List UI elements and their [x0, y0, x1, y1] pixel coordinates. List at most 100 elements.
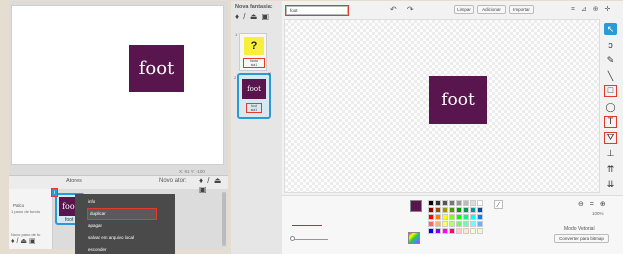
undo-redo-icons[interactable]: ↶ ↷ — [390, 5, 418, 14]
palette-swatch[interactable] — [449, 228, 455, 234]
ellipse-tool-icon[interactable]: ◯ — [604, 101, 617, 113]
palette-swatch[interactable] — [456, 207, 462, 213]
stage[interactable]: foot — [11, 5, 224, 165]
palette-swatch[interactable] — [477, 214, 483, 220]
menu-item-delete[interactable]: apagar — [75, 220, 175, 232]
palette-swatch[interactable] — [435, 200, 441, 206]
vector-mode-label: Modo Vetorial — [564, 226, 595, 232]
import-button[interactable]: Importar — [509, 5, 534, 14]
stroke-width-slider[interactable] — [292, 239, 328, 240]
palette-swatch[interactable] — [463, 221, 469, 227]
close-icon[interactable]: × — [268, 72, 272, 78]
palette-swatch[interactable] — [456, 221, 462, 227]
pencil-tool-icon[interactable]: ✎ — [604, 54, 617, 66]
select-tool-icon[interactable]: ↖ — [604, 23, 617, 35]
reshape-tool-icon[interactable]: ↄ — [604, 39, 617, 51]
palette-swatch[interactable] — [442, 200, 448, 206]
back-tool-icon[interactable]: ⇊ — [604, 178, 617, 190]
palette-swatch[interactable] — [449, 207, 455, 213]
paint-bottom-bar: ⁄ ⊖ = ⊕ 100% Modo Vetorial Converter par… — [282, 195, 623, 254]
stage-thumb-title: Palco — [13, 203, 25, 208]
stamp-tool-icon[interactable]: ⊥ — [604, 147, 617, 159]
palette-swatch[interactable] — [470, 221, 476, 227]
palette-swatch[interactable] — [428, 228, 434, 234]
fill-tool-icon[interactable]: ⛛ — [604, 131, 617, 144]
current-color-swatch[interactable] — [410, 200, 422, 212]
palette-swatch[interactable] — [435, 214, 441, 220]
costume-item-1[interactable]: 1 ? fanta sia1 — [235, 32, 267, 71]
sprites-label: Atores — [66, 178, 82, 184]
palette-swatch[interactable] — [477, 200, 483, 206]
slider-knob[interactable] — [290, 236, 295, 241]
rectangle-tool-icon[interactable]: □ — [604, 85, 617, 97]
costume-thumbnail: ? — [244, 37, 264, 55]
palette-swatch[interactable] — [442, 214, 448, 220]
palette-swatch[interactable] — [463, 207, 469, 213]
costumes-panel: Nova fantasia: ♦ / ⏏ ▣ 1 ? fanta sia1 2 … — [231, 1, 282, 254]
palette-swatch[interactable] — [449, 200, 455, 206]
costume-thumbnail: foot — [242, 79, 266, 99]
zoom-percent: 100% — [592, 211, 604, 216]
palette-swatch[interactable] — [449, 214, 455, 220]
palette-swatch[interactable] — [428, 207, 434, 213]
palette-swatch[interactable] — [470, 214, 476, 220]
palette-swatch[interactable] — [470, 228, 476, 234]
costume-number: 1 — [235, 32, 238, 37]
palette-swatch[interactable] — [470, 207, 476, 213]
costume-label: foot sia1 — [246, 103, 262, 113]
stage-thumbnail[interactable]: Palco 1 pano de fundo Novo pano de fu ♦ … — [9, 189, 53, 249]
palette-swatch[interactable] — [428, 214, 434, 220]
sprites-scrollbar[interactable] — [222, 192, 226, 246]
palette-swatch[interactable] — [456, 214, 462, 220]
new-backdrop-icons[interactable]: ♦ / ⏏ ▣ — [11, 237, 36, 245]
palette-swatch[interactable] — [449, 221, 455, 227]
menu-item-hide[interactable]: esconder — [75, 244, 175, 254]
palette-swatch[interactable] — [435, 221, 441, 227]
palette-swatch[interactable] — [435, 228, 441, 234]
palette-swatch[interactable] — [456, 228, 462, 234]
paint-editor: foot ↶ ↷ Limpar Adicionar Importar ⌗ ⊿ ⊕… — [282, 1, 623, 254]
palette-swatch[interactable] — [463, 228, 469, 234]
sprites-header — [9, 175, 228, 189]
costume-name-input[interactable]: foot — [285, 5, 349, 16]
palette-swatch[interactable] — [463, 200, 469, 206]
add-button[interactable]: Adicionar — [477, 5, 506, 14]
palette-swatch[interactable] — [477, 207, 483, 213]
palette-swatch[interactable] — [470, 200, 476, 206]
forward-tool-icon[interactable]: ⇈ — [604, 163, 617, 175]
palette-swatch[interactable] — [456, 200, 462, 206]
info-icon[interactable]: i — [51, 188, 58, 197]
palette-swatch[interactable] — [463, 214, 469, 220]
menu-item-info[interactable]: info — [75, 196, 175, 208]
new-costume-label: Nova fantasia: — [235, 4, 273, 10]
clear-button[interactable]: Limpar — [454, 5, 474, 14]
context-menu: info duplicar apagar salvar em arquivo l… — [75, 194, 175, 254]
costume-item-2[interactable]: 2 foot foot sia1 × — [234, 72, 272, 119]
palette-swatch[interactable] — [435, 207, 441, 213]
costume-number: 2 — [234, 75, 237, 80]
convert-to-bitmap-button[interactable]: Converter para bitmap — [554, 234, 609, 243]
paint-canvas[interactable]: foot — [284, 19, 600, 193]
palette-swatch[interactable] — [442, 228, 448, 234]
palette-swatch[interactable] — [477, 221, 483, 227]
text-tool-icon[interactable]: T — [604, 116, 617, 128]
eyedropper-icon[interactable]: ⁄ — [494, 200, 503, 209]
palette-swatch[interactable] — [442, 207, 448, 213]
costume-label-line2: sia1 — [250, 63, 258, 67]
costume-label-line2: sia1 — [250, 108, 258, 112]
editor-top-icons[interactable]: ⌗ ⊿ ⊕ ✛ — [571, 5, 612, 14]
menu-item-duplicate[interactable]: duplicar — [87, 208, 157, 220]
stage-coords: X: 91 Y: -100 — [179, 169, 205, 174]
palette-swatch[interactable] — [442, 221, 448, 227]
scratch-editor: foot X: 91 Y: -100 Atores Novo ator: ♦ /… — [0, 0, 623, 254]
new-costume-icons[interactable]: ♦ / ⏏ ▣ — [235, 12, 270, 21]
stage-sprite[interactable]: foot — [129, 45, 184, 92]
palette-swatch[interactable] — [428, 200, 434, 206]
line-tool-icon[interactable]: ╲ — [604, 70, 617, 82]
menu-item-save-local[interactable]: salvar em arquivo local — [75, 232, 175, 244]
zoom-controls[interactable]: ⊖ = ⊕ — [578, 200, 608, 208]
color-picker-icon[interactable] — [408, 232, 420, 244]
canvas-foot-shape[interactable]: foot — [429, 76, 487, 124]
palette-swatch[interactable] — [477, 228, 483, 234]
palette-swatch[interactable] — [428, 221, 434, 227]
